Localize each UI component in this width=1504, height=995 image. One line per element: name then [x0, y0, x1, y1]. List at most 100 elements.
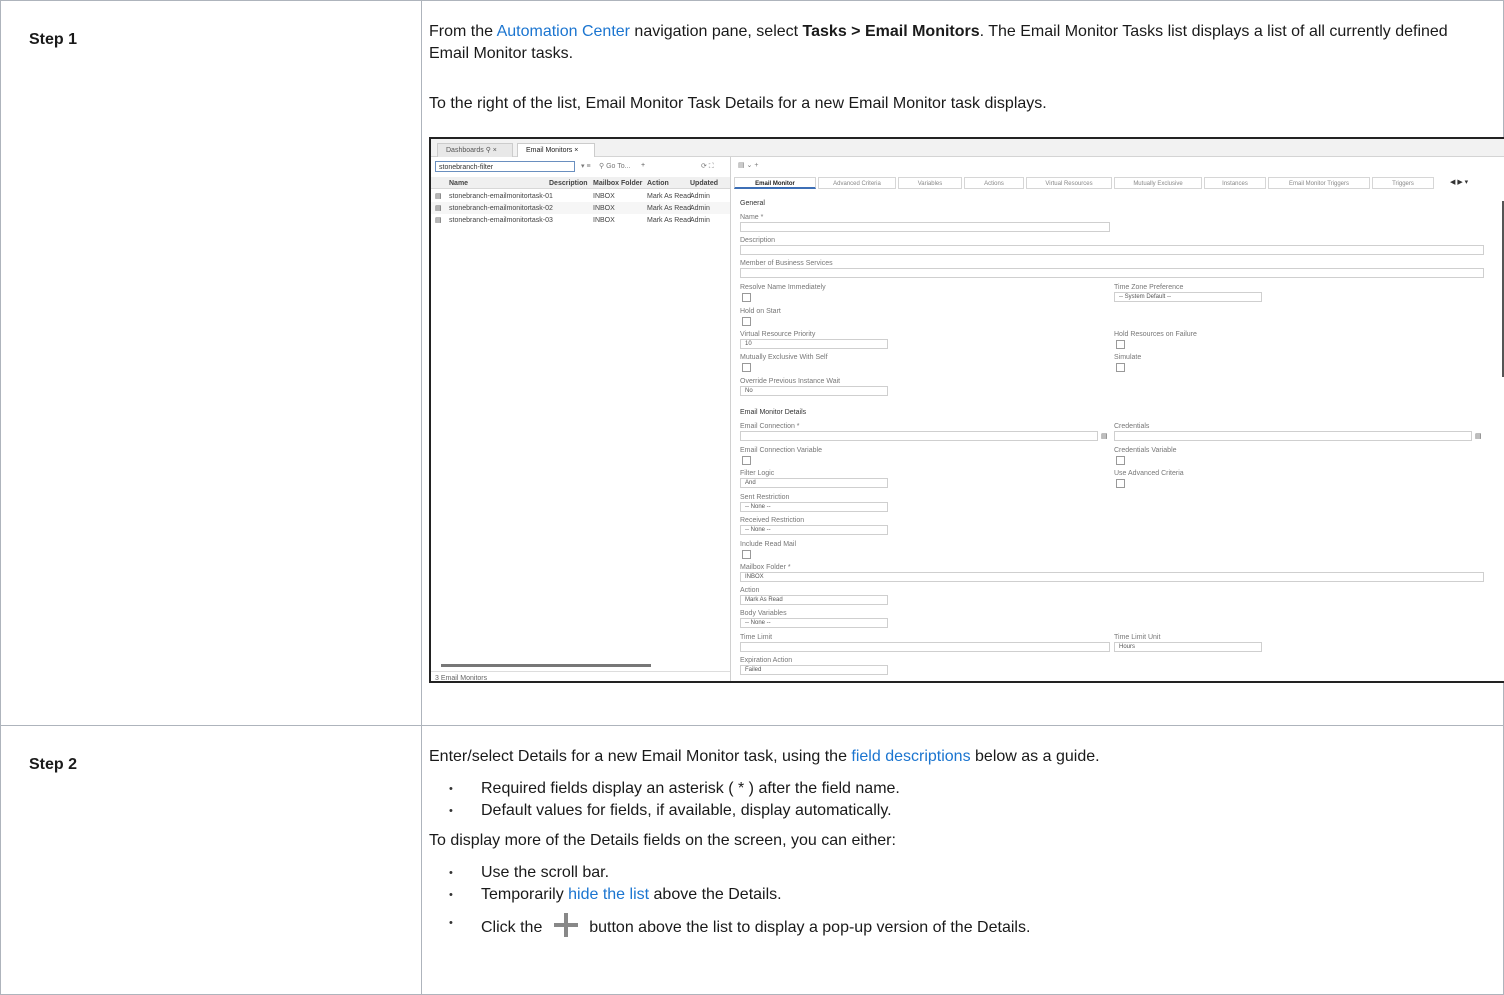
label-name: Name * — [740, 214, 764, 221]
tab-email-monitor[interactable]: Email Monitor — [734, 177, 816, 189]
description-input[interactable] — [740, 245, 1484, 255]
step1-paragraph-2: To the right of the list, Email Monitor … — [429, 95, 1047, 112]
detail-tabs: Email Monitor Advanced Criteria Variable… — [732, 177, 1504, 189]
col-action[interactable]: Action — [647, 179, 669, 188]
ecv-checkbox[interactable] — [742, 456, 751, 465]
label-simulate: Simulate — [1114, 354, 1142, 361]
expiration-action-select[interactable]: Failed — [740, 665, 888, 675]
document: Step 1 From the Automation Center naviga… — [0, 0, 1504, 995]
row-name: stonebranch-emailmonitortask-02 — [449, 205, 553, 212]
add-icon[interactable]: + — [641, 161, 645, 170]
lookup-icon[interactable]: ▤ — [1475, 432, 1482, 441]
tab-advanced-criteria[interactable]: Advanced Criteria — [818, 177, 896, 189]
received-restriction-select[interactable]: -- None -- — [740, 525, 888, 535]
table-row[interactable]: ▤ stonebranch-emailmonitortask-01 INBOX … — [431, 190, 730, 202]
label-filter-logic: Filter Logic — [740, 470, 775, 477]
step1-label: Step 1 — [0, 0, 422, 726]
list-item: Temporarily hide the list above the Deta… — [429, 884, 1503, 906]
step2-content: Enter/select Details for a new Email Mon… — [421, 725, 1504, 995]
label-expiration-action: Expiration Action — [740, 657, 793, 664]
label-mailbox-folder: Mailbox Folder * — [740, 564, 791, 571]
step1-content: From the Automation Center navigation pa… — [421, 0, 1504, 726]
sent-restriction-select[interactable]: -- None -- — [740, 502, 888, 512]
tab-actions[interactable]: Actions — [964, 177, 1024, 189]
resolve-checkbox[interactable] — [742, 293, 751, 302]
name-input[interactable] — [740, 222, 1110, 232]
label-resolve: Resolve Name Immediately — [740, 284, 826, 291]
tab-dashboards[interactable]: Dashboards ⚲ × — [437, 143, 513, 157]
label-mews: Mutually Exclusive With Self — [740, 354, 828, 361]
hide-the-list-link[interactable]: hide the list — [568, 886, 649, 903]
step1-paragraph: From the Automation Center navigation pa… — [429, 21, 1473, 65]
time-limit-unit-select[interactable]: Hours — [1114, 642, 1262, 652]
tab-triggers[interactable]: Triggers — [1372, 177, 1434, 189]
opiw-select[interactable]: No — [740, 386, 888, 396]
label-credentials: Credentials — [1114, 423, 1150, 430]
goto-button[interactable]: ⚲ Go To... — [599, 162, 630, 171]
col-updated[interactable]: Updated — [690, 179, 718, 188]
label-time-limit: Time Limit — [740, 634, 773, 641]
automation-center-link[interactable]: Automation Center — [497, 23, 630, 40]
col-mailbox-folder[interactable]: Mailbox Folder — [593, 179, 642, 188]
tab-virtual-resources[interactable]: Virtual Resources — [1026, 177, 1112, 189]
lookup-icon[interactable]: ▤ — [1101, 432, 1108, 441]
task-icon: ▤ — [435, 217, 442, 224]
text: below as a guide. — [970, 748, 1100, 765]
details-pane: ▤ ⌄ + Email Monitor Advanced Criteria Va… — [732, 157, 1504, 681]
goto-label: Go To... — [606, 163, 631, 170]
uac-checkbox[interactable] — [1116, 479, 1125, 488]
list-pane: stonebranch-filter ▾ ≡ ⚲ Go To... + ⟳ ⛶ … — [431, 157, 731, 681]
horizontal-scrollbar[interactable] — [441, 664, 651, 667]
list-item: Default values for fields, if available,… — [429, 800, 1503, 822]
label-received-restriction: Received Restriction — [740, 517, 805, 524]
member-select[interactable] — [740, 268, 1484, 278]
col-name[interactable]: Name — [449, 179, 468, 188]
tab-email-monitor-triggers[interactable]: Email Monitor Triggers — [1268, 177, 1370, 189]
tab-variables[interactable]: Variables — [898, 177, 962, 189]
tab-instances[interactable]: Instances — [1204, 177, 1266, 189]
filter-icon[interactable]: ▾ ≡ — [581, 162, 591, 171]
field-descriptions-link[interactable]: field descriptions — [851, 748, 970, 765]
table-row[interactable]: ▤ stonebranch-emailmonitortask-02 INBOX … — [431, 202, 730, 214]
label-email-connection: Email Connection * — [740, 423, 800, 430]
filter-input[interactable]: stonebranch-filter — [435, 161, 575, 172]
toolbar-icons[interactable]: ▤ ⌄ + — [738, 161, 758, 170]
action-select[interactable]: Mark As Read — [740, 595, 888, 605]
row-folder: INBOX — [593, 193, 615, 200]
step2-label: Step 2 — [0, 725, 422, 995]
filter-logic-select[interactable]: And — [740, 478, 888, 488]
label-description: Description — [740, 237, 776, 244]
tab-mutually-exclusive[interactable]: Mutually Exclusive — [1114, 177, 1202, 189]
task-icon: ▤ — [435, 205, 442, 212]
cv-checkbox[interactable] — [1116, 456, 1125, 465]
bullet-list: Required fields display an asterisk ( * … — [429, 778, 1503, 822]
tab-email-monitors[interactable]: Email Monitors × — [517, 143, 595, 157]
table-row[interactable]: ▤ stonebranch-emailmonitortask-03 INBOX … — [431, 214, 730, 226]
section-email-monitor-details: Email Monitor Details — [740, 409, 807, 416]
simulate-checkbox[interactable] — [1116, 363, 1125, 372]
tab-scroll-arrows[interactable]: ◀ ▶ ▾ — [1450, 178, 1468, 187]
col-description[interactable]: Description — [549, 179, 588, 188]
step2-row: Step 2 Enter/select Details for a new Em… — [0, 725, 1504, 995]
list-item: Use the scroll bar. — [429, 862, 1503, 884]
text: above the Details. — [649, 886, 782, 903]
email-connection-select[interactable] — [740, 431, 1098, 441]
label-ecv: Email Connection Variable — [740, 447, 822, 454]
hrf-checkbox[interactable] — [1116, 340, 1125, 349]
credentials-select[interactable] — [1114, 431, 1472, 441]
label-uac: Use Advanced Criteria — [1114, 470, 1184, 477]
timezone-select[interactable]: -- System Default -- — [1114, 292, 1262, 302]
body-variables-select[interactable]: -- None -- — [740, 618, 888, 628]
tab-bar: Dashboards ⚲ × Email Monitors × — [431, 139, 1504, 157]
irm-checkbox[interactable] — [742, 550, 751, 559]
refresh-icon[interactable]: ⟳ ⛶ — [701, 162, 714, 171]
mailbox-folder-input[interactable]: INBOX — [740, 572, 1484, 582]
row-action: Mark As Read — [647, 217, 691, 224]
time-limit-input[interactable] — [740, 642, 1110, 652]
text: Temporarily — [481, 886, 569, 903]
hold-checkbox[interactable] — [742, 317, 751, 326]
label-irm: Include Read Mail — [740, 541, 797, 548]
vrp-select[interactable]: 10 — [740, 339, 888, 349]
mews-checkbox[interactable] — [742, 363, 751, 372]
step2-paragraph-2: To display more of the Details fields on… — [429, 832, 896, 849]
